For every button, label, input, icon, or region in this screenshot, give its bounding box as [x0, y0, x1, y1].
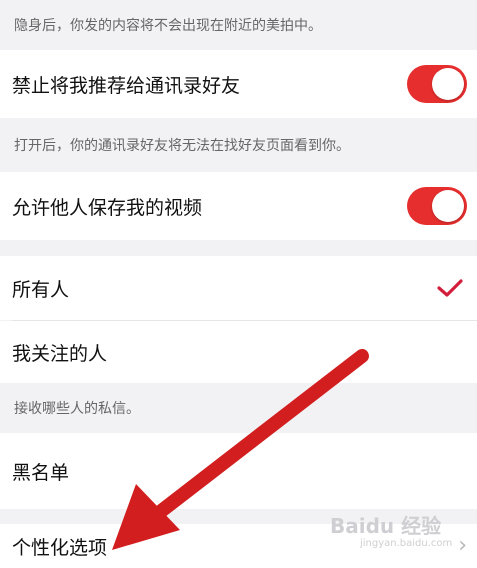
row-personalization-label: 个性化选项 — [12, 536, 108, 559]
hint-messages-text: 接收哪些人的私信。 — [14, 401, 140, 417]
row-blacklist-label: 黑名单 — [12, 461, 70, 484]
baidu-watermark: Baidu 经验 jingyan.baidu.com — [330, 510, 470, 556]
hide-from-contacts-toggle[interactable] — [407, 65, 467, 103]
option-following-label: 我关注的人 — [12, 342, 108, 365]
row-hide-from-contacts[interactable]: 禁止将我推荐给通讯录好友 — [0, 50, 477, 118]
option-everyone-label: 所有人 — [12, 278, 70, 301]
toggle-knob — [432, 190, 464, 222]
hint-contacts-text: 打开后，你的通讯录好友将无法在找好友页面看到你。 — [14, 138, 350, 154]
checkmark-icon — [437, 279, 463, 297]
row-allow-save-video-label: 允许他人保存我的视频 — [12, 196, 203, 219]
option-following[interactable]: 我关注的人 — [0, 321, 477, 383]
row-blacklist[interactable]: 黑名单 — [0, 433, 477, 509]
allow-save-video-toggle[interactable] — [407, 187, 467, 225]
hint-nearby: 隐身后，你发的内容将不会出现在附近的美拍中。 — [0, 0, 477, 50]
option-everyone[interactable]: 所有人 — [0, 256, 477, 320]
section-separator — [0, 240, 477, 256]
row-hide-from-contacts-label: 禁止将我推荐给通讯录好友 — [12, 74, 241, 97]
hint-contacts: 打开后，你的通讯录好友将无法在找好友页面看到你。 — [0, 118, 477, 172]
toggle-knob — [432, 68, 464, 100]
watermark-url: jingyan.baidu.com — [360, 538, 453, 549]
hint-nearby-text: 隐身后，你发的内容将不会出现在附近的美拍中。 — [14, 18, 322, 34]
row-allow-save-video[interactable]: 允许他人保存我的视频 — [0, 172, 477, 240]
watermark-brand: Baidu 经验 — [330, 514, 442, 538]
hint-messages: 接收哪些人的私信。 — [0, 383, 477, 433]
